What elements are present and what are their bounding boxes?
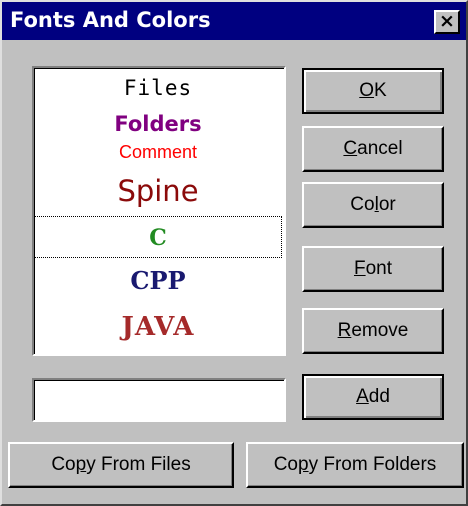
list-item-comment[interactable]: Comment [34,142,282,163]
font-label-post: ont [365,258,393,279]
copy-files-label-pre: Co [51,454,76,475]
list-item-cpp[interactable]: CPP [34,266,282,295]
fonts-and-colors-dialog: Fonts And Colors × Files Folders Comment… [0,0,468,506]
remove-button[interactable]: Remove [302,308,444,354]
title-bar: Fonts And Colors × [2,2,466,40]
ok-label-accel: O [359,80,375,101]
list-item-java[interactable]: JAVA [34,312,282,342]
font-label-accel: F [353,258,366,279]
color-label-pre: Co [350,194,375,215]
add-button[interactable]: Add [302,374,444,420]
copy-folders-label-post: y From Folders [308,454,437,475]
cancel-button[interactable]: Cancel [302,126,444,172]
copy-folders-label-pre: Co [273,454,298,475]
list-item-c[interactable]: C [34,218,282,258]
copy-files-label-post: y From Files [86,454,191,475]
cancel-label-accel: C [343,138,358,159]
ok-label-post: K [374,80,387,101]
copy-folders-label-accel: p [297,454,309,475]
remove-label-accel: R [337,320,352,341]
list-item-folders[interactable]: Folders [34,112,282,136]
copy-from-files-button[interactable]: Copy From Files [8,442,234,488]
list-item-spine[interactable]: Spine [34,174,282,208]
close-icon: × [439,10,455,32]
font-button[interactable]: Font [302,246,444,292]
close-button[interactable]: × [434,10,460,34]
cancel-label-post: ancel [357,138,403,159]
language-listbox[interactable]: Files Folders Comment Spine C CPP JAVA [32,66,286,356]
add-label-accel: A [356,386,369,407]
list-item-files[interactable]: Files [34,76,282,100]
dialog-title: Fonts And Colors [10,8,211,32]
new-item-input[interactable] [32,378,286,422]
color-button[interactable]: Color [302,182,444,228]
add-label-post: dd [368,386,390,407]
copy-files-label-accel: p [75,454,87,475]
remove-label-post: emove [351,320,409,341]
ok-button[interactable]: OK [302,68,444,114]
copy-from-folders-button[interactable]: Copy From Folders [246,442,464,488]
color-label-post: or [378,194,396,215]
